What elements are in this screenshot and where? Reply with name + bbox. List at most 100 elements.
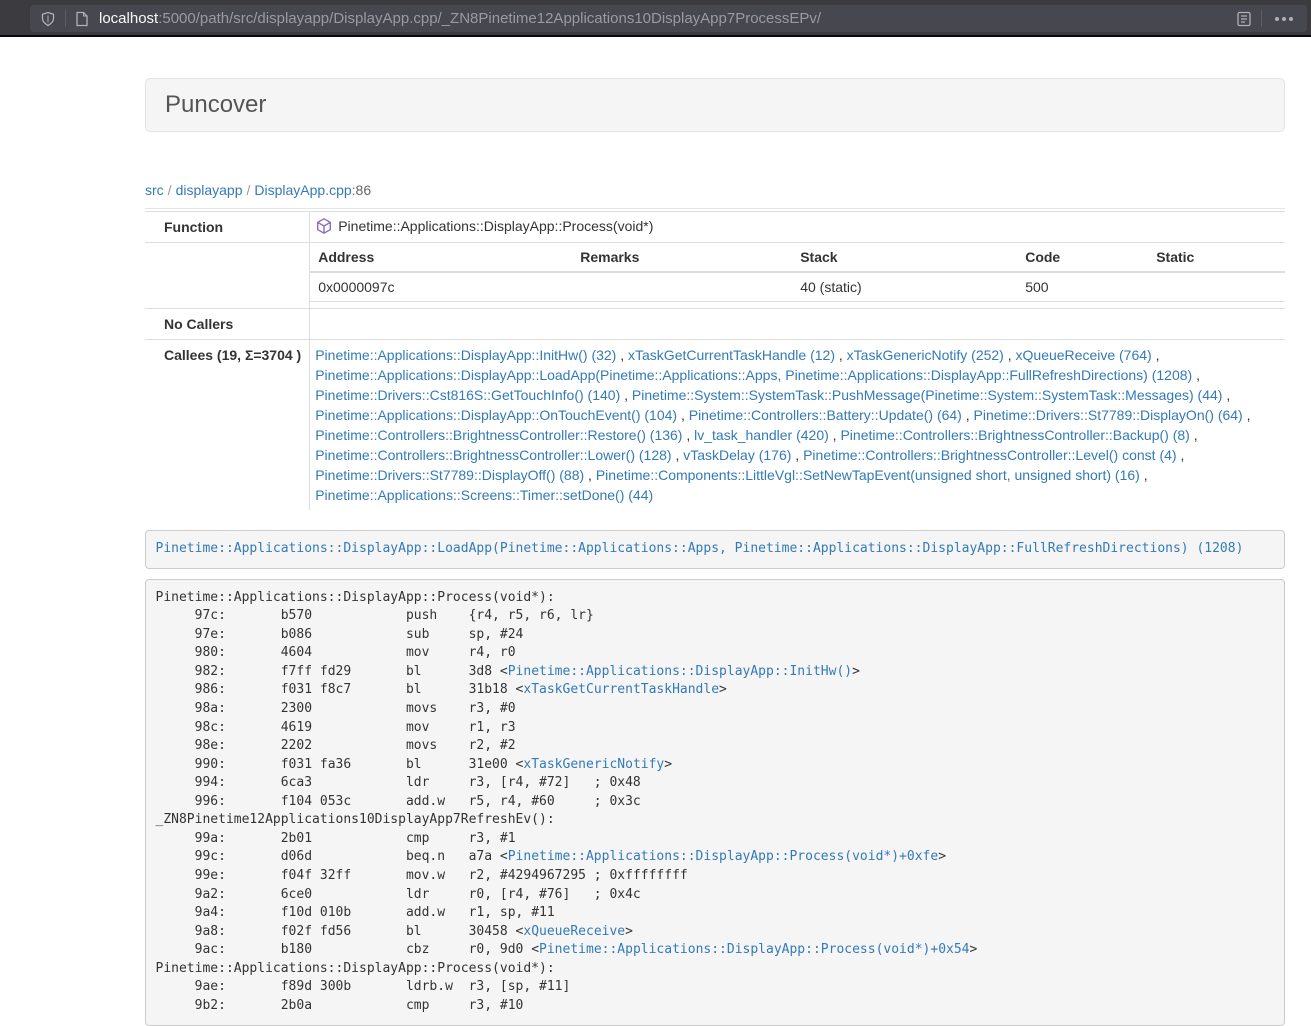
callee-link[interactable]: xTaskGetCurrentTaskHandle (12) xyxy=(628,347,835,363)
asm-text: 994: 6ca3 ldr r3, [r4, #72] ; 0x48 xyxy=(156,775,641,790)
callee-link[interactable]: Pinetime::Applications::DisplayApp::OnTo… xyxy=(315,407,677,423)
callee-separator: , xyxy=(616,347,628,363)
col-address: Address xyxy=(310,243,572,272)
app-header-panel: Puncover xyxy=(145,78,1285,132)
col-stack: Stack xyxy=(792,243,1017,272)
stats-header-row: Address Remarks Stack Code Static xyxy=(310,243,1285,272)
address-value: 0x0000097c xyxy=(310,272,572,302)
callees-label: Callees (19, Σ=3704 ) xyxy=(145,340,310,511)
callee-link[interactable]: Pinetime::Controllers::BrightnessControl… xyxy=(315,447,671,463)
callee-link[interactable]: Pinetime::Applications::DisplayApp::Init… xyxy=(315,347,616,363)
callee-separator: , xyxy=(1004,347,1016,363)
disassembly-box: Pinetime::Applications::DisplayApp::Proc… xyxy=(145,579,1285,1026)
callee-separator: , xyxy=(682,427,694,443)
content-container: Puncover src/displayapp/DisplayApp.cpp:8… xyxy=(145,37,1285,1026)
callee-link[interactable]: Pinetime::Drivers::Cst816S::GetTouchInfo… xyxy=(315,387,620,403)
callee-link[interactable]: vTaskDelay (176) xyxy=(683,447,791,463)
asm-text: 9ae: f89d 300b ldrb.w r3, [sp, #11] xyxy=(156,979,571,994)
asm-text: > xyxy=(625,924,633,939)
stack-value: 40 (static) xyxy=(792,272,1017,302)
callee-separator: , xyxy=(1190,427,1198,443)
largest-callee-box: Pinetime::Applications::DisplayApp::Load… xyxy=(145,530,1285,569)
asm-symbol-link[interactable]: Pinetime::Applications::DisplayApp::Init… xyxy=(508,664,852,679)
breadcrumb: src/displayapp/DisplayApp.cpp:86 xyxy=(145,182,1285,198)
callee-separator: , xyxy=(1222,387,1230,403)
asm-symbol-link[interactable]: xQueueReceive xyxy=(523,924,625,939)
callee-separator: , xyxy=(962,407,974,423)
callee-separator: , xyxy=(1192,367,1200,383)
callee-separator: , xyxy=(620,387,632,403)
no-callers-value-cell xyxy=(310,309,1285,340)
breadcrumb-displayapp[interactable]: displayapp xyxy=(176,182,243,198)
asm-symbol-link[interactable]: Pinetime::Applications::DisplayApp::Proc… xyxy=(539,942,969,957)
col-code: Code xyxy=(1017,243,1148,272)
function-name: Pinetime::Applications::DisplayApp::Proc… xyxy=(338,216,653,236)
asm-text: 9ac: b180 cbz r0, 9d0 < xyxy=(156,942,540,957)
url-path: :5000/path/src/displayapp/DisplayApp.cpp… xyxy=(158,10,821,27)
asm-text: 986: f031 f8c7 bl 31b18 < xyxy=(156,682,524,697)
callee-link[interactable]: Pinetime::Controllers::Battery::Update()… xyxy=(689,407,962,423)
callee-separator: , xyxy=(791,447,803,463)
callee-separator: , xyxy=(1177,447,1185,463)
asm-text: 98a: 2300 movs r3, #0 xyxy=(156,701,516,716)
callees-row: Callees (19, Σ=3704 ) Pinetime::Applicat… xyxy=(145,340,1285,511)
stats-row: Address Remarks Stack Code Static 0x0000… xyxy=(145,243,1285,309)
callee-link[interactable]: Pinetime::Drivers::St7789::DisplayOn() (… xyxy=(974,407,1243,423)
callee-link[interactable]: xQueueReceive (764) xyxy=(1016,347,1152,363)
function-value-cell: Pinetime::Applications::DisplayApp::Proc… xyxy=(310,212,1285,243)
callee-link[interactable]: xTaskGenericNotify (252) xyxy=(847,347,1004,363)
callee-separator: , xyxy=(672,447,684,463)
breadcrumb-file[interactable]: DisplayApp.cpp xyxy=(254,182,351,198)
stats-row-label xyxy=(145,243,310,309)
remarks-value xyxy=(572,272,792,302)
callee-link[interactable]: Pinetime::Drivers::St7789::DisplayOff() … xyxy=(315,467,584,483)
callee-link[interactable]: Pinetime::Applications::DisplayApp::Load… xyxy=(315,367,1192,383)
callee-separator: , xyxy=(677,407,689,423)
static-value xyxy=(1148,272,1285,302)
callee-link[interactable]: Pinetime::Controllers::BrightnessControl… xyxy=(315,427,682,443)
callee-link[interactable]: lv_task_handler (420) xyxy=(694,427,829,443)
no-callers-label: No Callers xyxy=(145,309,310,340)
asm-text: _ZN8Pinetime12Applications10DisplayApp7R… xyxy=(156,812,555,827)
asm-text: 9a8: f02f fd56 bl 30458 < xyxy=(156,924,524,939)
asm-symbol-link[interactable]: Pinetime::Applications::DisplayApp::Proc… xyxy=(508,849,938,864)
breadcrumb-separator: / xyxy=(164,182,176,198)
page-actions-more-icon[interactable] xyxy=(1271,17,1297,21)
callees-list: Pinetime::Applications::DisplayApp::Init… xyxy=(310,340,1285,511)
stats-table-cell: Address Remarks Stack Code Static 0x0000… xyxy=(310,243,1285,309)
url-bar[interactable]: localhost:5000/path/src/displayapp/Displ… xyxy=(30,5,1307,32)
asm-text: 99a: 2b01 cmp r3, #1 xyxy=(156,831,516,846)
asm-text: 99c: d06d beq.n a7a < xyxy=(156,849,508,864)
tracking-protection-shield-icon[interactable] xyxy=(40,11,56,27)
load-app-link[interactable]: Pinetime::Applications::DisplayApp::Load… xyxy=(156,541,1244,556)
callee-link[interactable]: Pinetime::Controllers::BrightnessControl… xyxy=(840,427,1189,443)
callee-link[interactable]: Pinetime::Components::LittleVgl::SetNewT… xyxy=(596,467,1140,483)
page-info-icon[interactable] xyxy=(75,11,89,27)
asm-text: > xyxy=(664,757,672,772)
symbol-cube-icon xyxy=(315,217,333,235)
asm-symbol-link[interactable]: xTaskGetCurrentTaskHandle xyxy=(523,682,719,697)
function-label: Function xyxy=(145,212,310,243)
asm-text: 982: f7ff fd29 bl 3d8 < xyxy=(156,664,508,679)
breadcrumb-separator: / xyxy=(243,182,255,198)
callee-link[interactable]: Pinetime::System::SystemTask::PushMessag… xyxy=(632,387,1223,403)
page-title: Puncover xyxy=(165,92,1265,118)
no-callers-row: No Callers xyxy=(145,309,1285,340)
urlbar-separator xyxy=(65,10,66,27)
breadcrumb-line-number: :86 xyxy=(352,182,371,198)
breadcrumb-src[interactable]: src xyxy=(145,182,164,198)
asm-text: Pinetime::Applications::DisplayApp::Proc… xyxy=(156,961,555,976)
callee-link[interactable]: Pinetime::Controllers::BrightnessControl… xyxy=(803,447,1176,463)
reader-mode-icon[interactable] xyxy=(1236,11,1252,27)
asm-text: 99e: f04f 32ff mov.w r2, #4294967295 ; 0… xyxy=(156,868,688,883)
asm-text: > xyxy=(719,682,727,697)
url-text[interactable]: localhost:5000/path/src/displayapp/Displ… xyxy=(99,10,1236,27)
asm-text: 9b2: 2b0a cmp r3, #10 xyxy=(156,998,524,1013)
asm-text: 996: f104 053c add.w r5, r4, #60 ; 0x3c xyxy=(156,794,641,809)
asm-symbol-link[interactable]: xTaskGenericNotify xyxy=(523,757,664,772)
callee-link[interactable]: Pinetime::Applications::Screens::Timer::… xyxy=(315,487,653,503)
divider xyxy=(145,208,1285,209)
asm-text: 9a2: 6ce0 ldr r0, [r4, #76] ; 0x4c xyxy=(156,887,641,902)
asm-text: 98c: 4619 mov r1, r3 xyxy=(156,720,516,735)
callee-separator: , xyxy=(1243,407,1251,423)
